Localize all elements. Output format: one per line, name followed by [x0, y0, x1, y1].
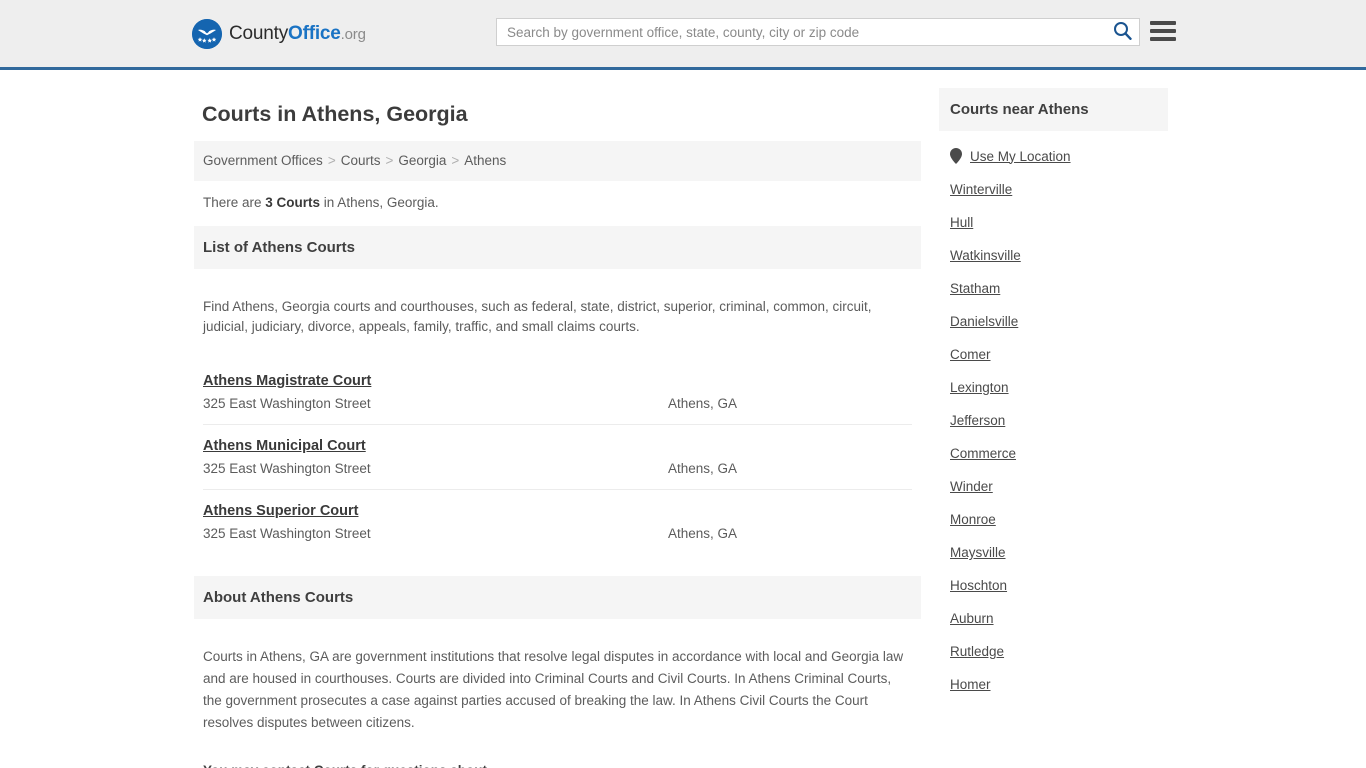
- hamburger-bar: [1150, 37, 1176, 41]
- page-body: Courts in Athens, Georgia Government Off…: [0, 70, 1366, 768]
- nearby-city-link[interactable]: Winder: [950, 479, 993, 494]
- court-meta: 325 East Washington Street Athens, GA: [203, 526, 912, 541]
- about-section-heading: About Athens Courts: [194, 575, 921, 619]
- court-city-state: Athens, GA: [668, 525, 738, 541]
- sidebar-item-rutledge[interactable]: Rutledge: [950, 635, 1168, 668]
- breadcrumb: Government Offices > Courts > Georgia > Athens: [194, 141, 921, 181]
- search-bar[interactable]: [496, 18, 1140, 46]
- count-value: 3 Courts: [265, 195, 321, 210]
- sidebar-item-use-my-location[interactable]: Use My Location: [950, 139, 1168, 173]
- nearby-city-link[interactable]: Homer: [950, 677, 991, 692]
- brand-part-tld: .org: [340, 26, 366, 43]
- count-prefix: There are: [203, 195, 266, 210]
- breadcrumb-separator: >: [327, 153, 336, 168]
- breadcrumb-item-athens[interactable]: Athens: [464, 153, 506, 168]
- hamburger-menu-icon[interactable]: [1150, 20, 1176, 42]
- nearby-city-link[interactable]: Danielsville: [950, 314, 1018, 329]
- nearby-city-link[interactable]: Commerce: [950, 446, 1016, 461]
- court-meta: 325 East Washington Street Athens, GA: [203, 396, 912, 411]
- nearby-city-link[interactable]: Statham: [950, 281, 1000, 296]
- breadcrumb-separator: >: [385, 153, 394, 168]
- search-icon: [1113, 21, 1132, 43]
- court-name-link[interactable]: Athens Municipal Court: [203, 438, 366, 454]
- count-suffix: in Athens, Georgia.: [320, 195, 439, 210]
- sidebar-item-auburn[interactable]: Auburn: [950, 602, 1168, 635]
- sidebar-item-maysville[interactable]: Maysville: [950, 536, 1168, 569]
- use-my-location-link[interactable]: Use My Location: [970, 149, 1071, 164]
- nearby-city-link[interactable]: Rutledge: [950, 644, 1004, 659]
- eagle-seal-logo-icon: [192, 19, 222, 49]
- court-count-line: There are 3 Courts in Athens, Georgia.: [194, 181, 921, 226]
- page-title: Courts in Athens, Georgia: [202, 102, 468, 126]
- hamburger-bar: [1150, 21, 1176, 25]
- sidebar-item-jefferson[interactable]: Jefferson: [950, 404, 1168, 437]
- table-row: Athens Superior Court 325 East Washingto…: [203, 490, 912, 554]
- nearby-city-link[interactable]: Winterville: [950, 182, 1012, 197]
- sidebar-item-danielsville[interactable]: Danielsville: [950, 305, 1168, 338]
- court-name-link[interactable]: Athens Magistrate Court: [203, 373, 371, 389]
- about-section-body: Courts in Athens, GA are government inst…: [203, 649, 904, 730]
- sidebar-item-hoschton[interactable]: Hoschton: [950, 569, 1168, 602]
- sidebar-item-hull[interactable]: Hull: [950, 206, 1168, 239]
- sidebar-item-lexington[interactable]: Lexington: [950, 371, 1168, 404]
- table-row: Athens Magistrate Court 325 East Washing…: [203, 360, 912, 425]
- court-name-link[interactable]: Athens Superior Court: [203, 503, 358, 519]
- court-address: 325 East Washington Street: [203, 395, 371, 411]
- sidebar: Courts near Athens Use My Location Winte…: [939, 88, 1168, 768]
- breadcrumb-item-government-offices[interactable]: Government Offices: [203, 153, 323, 168]
- nearby-city-link[interactable]: Comer: [950, 347, 991, 362]
- list-section-heading: List of Athens Courts: [194, 226, 921, 269]
- nearby-city-link[interactable]: Jefferson: [950, 413, 1005, 428]
- sidebar-item-winterville[interactable]: Winterville: [950, 173, 1168, 206]
- sidebar-nearby-list: Use My Location Winterville Hull Watkins…: [939, 131, 1168, 701]
- nearby-city-link[interactable]: Hull: [950, 215, 973, 230]
- table-row: Athens Municipal Court 325 East Washingt…: [203, 425, 912, 490]
- nearby-city-link[interactable]: Lexington: [950, 380, 1009, 395]
- breadcrumb-item-georgia[interactable]: Georgia: [398, 153, 446, 168]
- nearby-city-link[interactable]: Auburn: [950, 611, 994, 626]
- court-address: 325 East Washington Street: [203, 525, 371, 541]
- list-section-intro: Find Athens, Georgia courts and courthou…: [203, 298, 872, 335]
- header-inner: CountyOffice.org: [0, 0, 1366, 67]
- search-input[interactable]: [497, 19, 1105, 45]
- sidebar-item-statham[interactable]: Statham: [950, 272, 1168, 305]
- court-meta: 325 East Washington Street Athens, GA: [203, 461, 912, 476]
- court-address: 325 East Washington Street: [203, 460, 371, 476]
- nearby-city-link[interactable]: Watkinsville: [950, 248, 1021, 263]
- nearby-city-link[interactable]: Maysville: [950, 545, 1006, 560]
- site-header: CountyOffice.org: [0, 0, 1366, 70]
- nearby-city-link[interactable]: Monroe: [950, 512, 996, 527]
- hamburger-bar: [1150, 29, 1176, 33]
- sidebar-item-comer[interactable]: Comer: [950, 338, 1168, 371]
- court-city-state: Athens, GA: [668, 395, 738, 411]
- nearby-city-link[interactable]: Hoschton: [950, 578, 1007, 593]
- sidebar-item-watkinsville[interactable]: Watkinsville: [950, 239, 1168, 272]
- brand-part-county: County: [229, 23, 289, 44]
- court-city-state: Athens, GA: [668, 460, 738, 476]
- sidebar-item-commerce[interactable]: Commerce: [950, 437, 1168, 470]
- breadcrumb-item-courts[interactable]: Courts: [341, 153, 381, 168]
- sidebar-item-monroe[interactable]: Monroe: [950, 503, 1168, 536]
- brand-wordmark: CountyOffice.org: [229, 23, 366, 45]
- sidebar-heading: Courts near Athens: [939, 88, 1168, 131]
- content-wrapper: Courts in Athens, Georgia Government Off…: [194, 70, 1172, 768]
- main-column: Courts in Athens, Georgia Government Off…: [194, 88, 921, 768]
- search-button[interactable]: [1105, 19, 1139, 45]
- site-logo-link[interactable]: CountyOffice.org: [192, 19, 366, 49]
- about-section-subheading: You may contact Courts for questions abo…: [194, 747, 921, 768]
- map-pin-icon: [950, 148, 962, 164]
- court-list: Athens Magistrate Court 325 East Washing…: [194, 360, 921, 554]
- brand-part-office: Office: [288, 23, 341, 44]
- sidebar-item-homer[interactable]: Homer: [950, 668, 1168, 701]
- sidebar-item-winder[interactable]: Winder: [950, 470, 1168, 503]
- breadcrumb-separator: >: [451, 153, 460, 168]
